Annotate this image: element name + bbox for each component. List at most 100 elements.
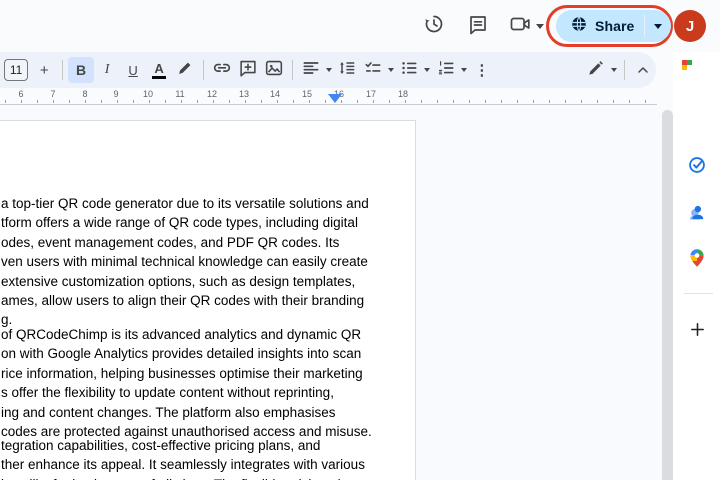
- toolbar-divider: [62, 60, 63, 80]
- plus-icon: [689, 321, 706, 343]
- numbered-list-icon: [436, 58, 456, 83]
- toolbar-divider: [203, 60, 204, 80]
- workspace-side-panel: 31: [673, 52, 720, 480]
- document-canvas: a top-tier QR code generator due to its …: [0, 106, 662, 480]
- text-line: ames, allow users to align their QR code…: [1, 291, 415, 310]
- get-add-ons-button[interactable]: [685, 320, 709, 344]
- text-line: of QRCodeChimp is its advanced analytics…: [1, 325, 415, 344]
- numbered-list-button[interactable]: [433, 57, 459, 83]
- highlighter-icon: [175, 58, 195, 83]
- bulleted-list-icon: [399, 58, 419, 83]
- google-tasks-icon: [687, 162, 707, 179]
- share-button[interactable]: Share: [556, 10, 644, 42]
- text-line: extensive customization options, such as…: [1, 272, 415, 291]
- ruler-number: 14: [266, 89, 284, 99]
- line-spacing-button[interactable]: [334, 57, 360, 83]
- text-line: tform offers a wide range of QR code typ…: [1, 213, 415, 232]
- maps-sidebar-button[interactable]: [687, 248, 707, 268]
- image-icon: [263, 57, 285, 84]
- history-icon: [422, 12, 446, 41]
- paragraph: a top-tier QR code generator due to its …: [1, 194, 415, 330]
- line-spacing-icon: [337, 58, 357, 83]
- share-button-group: Share: [556, 10, 671, 42]
- align-button[interactable]: [298, 57, 324, 83]
- toolbar-divider: [624, 60, 625, 80]
- add-comment-icon: [237, 57, 259, 84]
- calendar-sidebar-button[interactable]: 31: [687, 65, 707, 85]
- ruler-number: 11: [171, 89, 189, 99]
- underline-button[interactable]: U: [120, 57, 146, 83]
- text-line: its utility for businesses of all sizes.…: [1, 475, 415, 480]
- paragraph: of QRCodeChimp is its advanced analytics…: [1, 325, 415, 441]
- align-left-icon: [301, 58, 321, 83]
- ruler-number: 12: [203, 89, 221, 99]
- editing-mode-button[interactable]: [583, 57, 609, 83]
- text-line: rice information, helping businesses opt…: [1, 364, 415, 383]
- insert-link-button[interactable]: [209, 57, 235, 83]
- more-options-button[interactable]: ⋮: [469, 57, 495, 83]
- comments-button[interactable]: [464, 12, 492, 40]
- text-line: ther enhance its appeal. It seamlessly i…: [1, 455, 415, 474]
- checklist-icon: [363, 58, 383, 83]
- link-icon: [211, 57, 233, 84]
- tasks-sidebar-button[interactable]: [687, 155, 707, 175]
- font-size-input[interactable]: 11: [4, 59, 28, 81]
- ruler-cursor-marker[interactable]: [328, 94, 342, 103]
- checklist-dropdown-caret-icon[interactable]: [386, 57, 396, 83]
- align-dropdown-caret-icon[interactable]: [324, 57, 334, 83]
- meet-call-button[interactable]: [506, 12, 546, 40]
- video-camera-icon: [508, 12, 532, 41]
- bulleted-list-button[interactable]: [396, 57, 422, 83]
- top-bar: Share J: [0, 0, 720, 52]
- numbered-list-dropdown-caret-icon[interactable]: [459, 57, 469, 83]
- ruler-number: 7: [44, 89, 62, 99]
- meet-dropdown-caret-icon[interactable]: [536, 24, 544, 29]
- share-button-label: Share: [595, 18, 634, 34]
- text-line: ing and content changes. The platform al…: [1, 403, 415, 422]
- side-panel-divider: [684, 293, 713, 294]
- italic-button[interactable]: I: [94, 57, 120, 83]
- ruler-number: 18: [394, 89, 412, 99]
- highlight-color-button[interactable]: [172, 57, 198, 83]
- share-dropdown-caret-icon: [654, 24, 662, 29]
- bulleted-list-dropdown-caret-icon[interactable]: [422, 57, 432, 83]
- text-line: a top-tier QR code generator due to its …: [1, 194, 415, 213]
- version-history-button[interactable]: [420, 12, 448, 40]
- ruler-number: 6: [12, 89, 30, 99]
- insert-image-button[interactable]: [261, 57, 287, 83]
- text-color-button[interactable]: A: [146, 57, 172, 83]
- comment-icon: [466, 12, 490, 41]
- ruler-number: 15: [298, 89, 316, 99]
- ruler-number: 9: [107, 89, 125, 99]
- keep-sidebar-button[interactable]: [687, 110, 707, 130]
- ruler-number: 10: [139, 89, 157, 99]
- google-contacts-icon: [687, 209, 707, 226]
- text-line: tegration capabilities, cost-effective p…: [1, 436, 415, 455]
- bold-button[interactable]: B: [68, 57, 94, 83]
- public-globe-icon: [570, 15, 588, 38]
- text-line: odes, event management codes, and PDF QR…: [1, 233, 415, 252]
- share-dropdown-button[interactable]: [645, 10, 671, 42]
- paragraph: tegration capabilities, cost-effective p…: [1, 436, 415, 480]
- text-line: s offer the flexibility to update conten…: [1, 383, 415, 402]
- horizontal-ruler[interactable]: 6 7 8 9 10 11 12 13 14 15 16 17 18: [0, 88, 657, 105]
- chevron-up-icon: [635, 62, 651, 78]
- vertical-scrollbar[interactable]: [662, 110, 673, 480]
- google-maps-icon: [687, 255, 707, 272]
- document-page[interactable]: a top-tier QR code generator due to its …: [0, 120, 416, 480]
- text-color-icon: A: [152, 62, 166, 79]
- contacts-sidebar-button[interactable]: [687, 202, 707, 222]
- editing-mode-dropdown-caret-icon[interactable]: [609, 57, 619, 83]
- ruler-number: 8: [76, 89, 94, 99]
- increase-font-size-button[interactable]: +: [31, 57, 57, 83]
- add-comment-button[interactable]: [235, 57, 261, 83]
- checklist-button[interactable]: [360, 57, 386, 83]
- toolbar-divider: [292, 60, 293, 80]
- google-docs-window: Share J 11 + B I U A: [0, 0, 720, 480]
- hide-menus-button[interactable]: [630, 57, 656, 83]
- account-avatar[interactable]: J: [674, 10, 706, 42]
- text-line: on with Google Analytics provides detail…: [1, 344, 415, 363]
- pencil-icon: [586, 58, 606, 83]
- text-line: ven users with minimal technical knowled…: [1, 252, 415, 271]
- ruler-number: 17: [362, 89, 380, 99]
